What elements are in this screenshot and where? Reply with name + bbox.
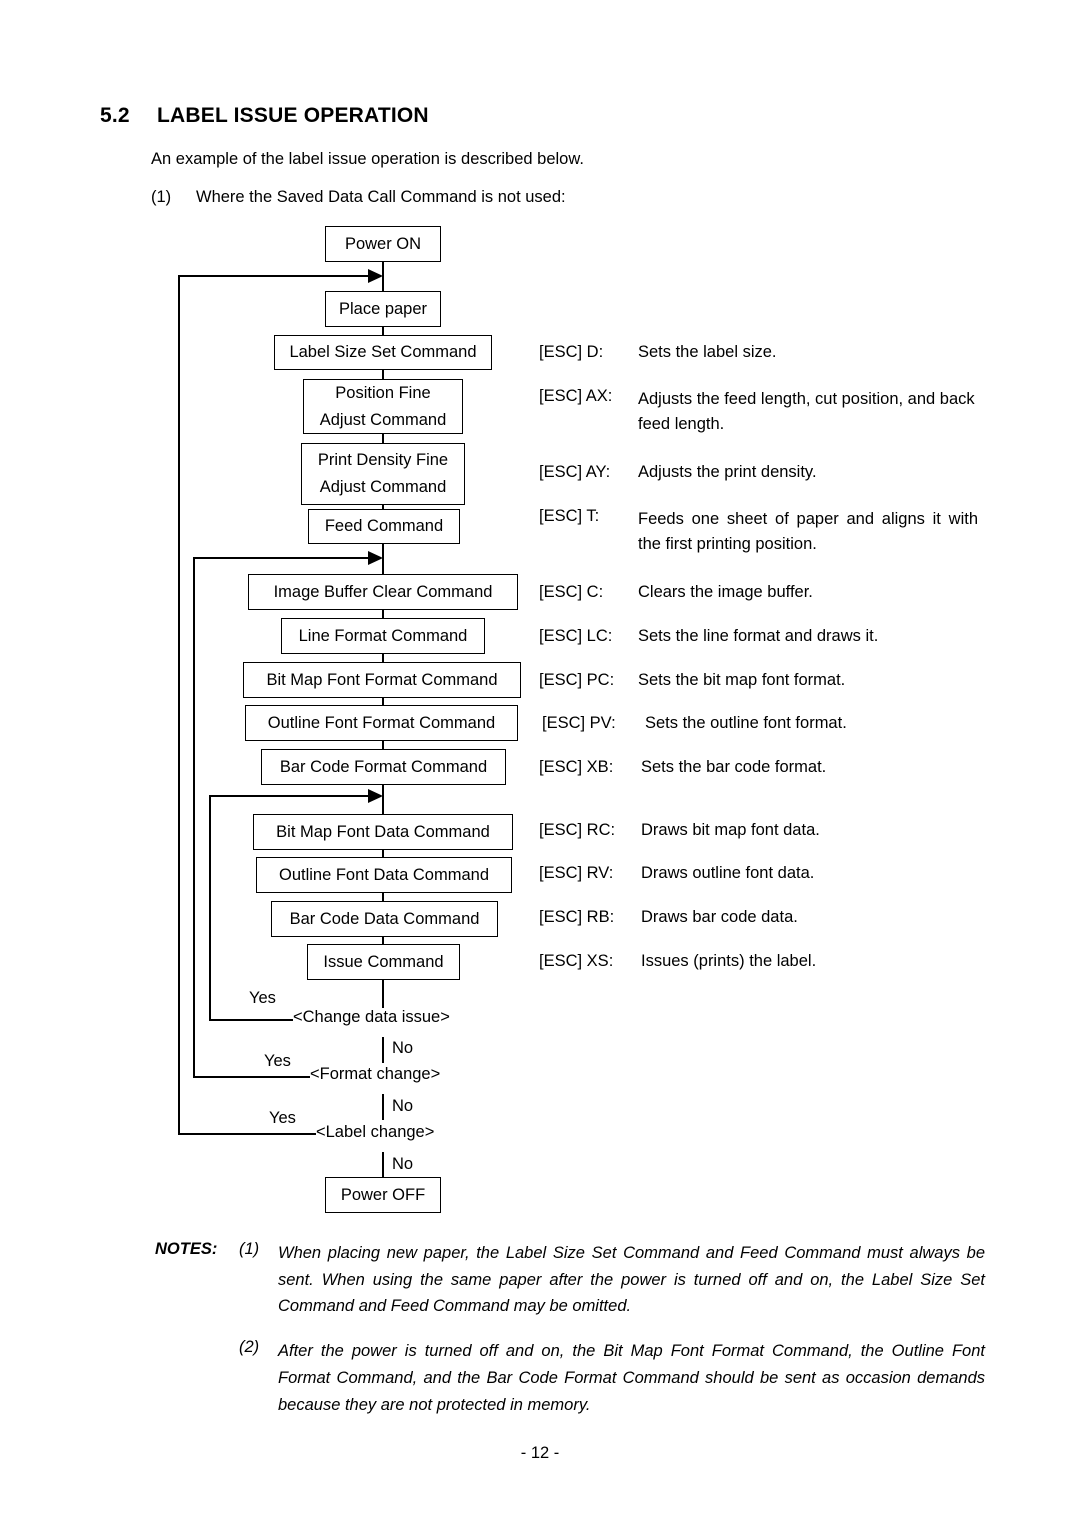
- command-description: Sets the label size.: [638, 343, 777, 361]
- spine-format-to-label: [382, 1094, 384, 1120]
- note-item: NOTES: (1) When placing new paper, the L…: [155, 1240, 985, 1320]
- flow-box-bar-code-data-command[interactable]: Bar Code Data Command: [271, 901, 498, 937]
- notes-label: NOTES:: [155, 1240, 218, 1258]
- command-code: [ESC] PV:: [542, 714, 616, 732]
- decision-format-change-label: <Format change>: [310, 1065, 441, 1084]
- command-code: [ESC] RV:: [539, 864, 614, 882]
- command-description: Adjusts the print density.: [638, 463, 817, 481]
- command-description: Draws bar code data.: [641, 908, 798, 926]
- flow-box-bit-map-font-data-command[interactable]: Bit Map Font Data Command: [253, 814, 513, 850]
- flow-box-print-density-fine-adjust-command[interactable]: Print Density Fine Adjust Command: [301, 443, 465, 505]
- flow-box-label: Issue Command: [323, 952, 444, 971]
- loop-change-data-vertical: [209, 795, 211, 1020]
- command-code: [ESC] PC:: [539, 671, 615, 689]
- command-description: Issues (prints) the label.: [641, 952, 817, 970]
- command-description: Sets the bar code format.: [641, 758, 827, 776]
- command-description: Draws bit map font data.: [641, 821, 820, 839]
- note-index: (1): [239, 1240, 260, 1258]
- note-text: After the power is turned off and on, th…: [278, 1342, 985, 1414]
- flow-box-label-line1: Print Density Fine: [317, 451, 449, 470]
- label-issue-flowchart: Power ON Place paper Label Size Set Comm…: [0, 0, 1080, 1250]
- decision-change-data-issue-yes: Yes: [249, 989, 276, 1007]
- flow-box-label: Line Format Command: [298, 626, 468, 645]
- loop-format-change-arrowhead: [368, 551, 383, 565]
- flow-box-power-on[interactable]: Power ON: [325, 226, 441, 262]
- flow-box-bar-code-format-command[interactable]: Bar Code Format Command: [261, 749, 506, 785]
- flow-box-label: Bit Map Font Format Command: [266, 670, 498, 689]
- spine-position-to-density: [382, 433, 384, 443]
- flow-box-label: Image Buffer Clear Command: [273, 582, 493, 601]
- command-code: [ESC] LC:: [539, 627, 613, 645]
- flow-box-position-fine-adjust-command[interactable]: Position Fine Adjust Command: [303, 379, 463, 434]
- notes-section: NOTES: (1) When placing new paper, the L…: [155, 1240, 985, 1436]
- command-description: Clears the image buffer.: [638, 583, 813, 601]
- command-code: [ESC] T:: [539, 507, 600, 525]
- loop-format-change-top: [193, 557, 370, 559]
- flow-box-label-line2: Adjust Command: [319, 478, 447, 496]
- command-code: [ESC] D:: [539, 343, 604, 361]
- command-description: Draws outline font data.: [641, 864, 815, 882]
- flow-box-issue-command[interactable]: Issue Command: [307, 944, 460, 980]
- flow-box-label: Bar Code Format Command: [279, 757, 488, 776]
- flow-box-line-format-command[interactable]: Line Format Command: [281, 618, 485, 654]
- loop-format-change-vertical: [193, 557, 195, 1077]
- decision-change-data-issue-no: No: [392, 1039, 414, 1057]
- loop-label-change-vertical: [178, 275, 180, 1134]
- loop-format-change-bottom: [193, 1076, 310, 1078]
- flow-box-label: Power OFF: [340, 1185, 426, 1204]
- flow-box-label: Bit Map Font Data Command: [276, 822, 490, 841]
- flow-box-label: Place paper: [338, 299, 428, 318]
- decision-label-change-yes: Yes: [269, 1109, 296, 1127]
- decision-label-change-label: <Label change>: [316, 1123, 435, 1142]
- decision-format-change-yes: Yes: [264, 1052, 291, 1070]
- command-code: [ESC] RC:: [539, 821, 616, 839]
- command-description: Sets the line format and draws it.: [638, 627, 879, 645]
- command-description: Adjusts the feed length, cut position, a…: [638, 390, 975, 434]
- loop-change-data-arrowhead: [368, 789, 383, 803]
- flow-box-outline-font-data-command[interactable]: Outline Font Data Command: [256, 857, 512, 893]
- command-code: [ESC] XS:: [539, 952, 614, 970]
- note-text: When placing new paper, the Label Size S…: [278, 1244, 985, 1316]
- spine-change-data-to-format: [382, 1037, 384, 1063]
- spine-label-to-power-off: [382, 1152, 384, 1178]
- command-description: Sets the outline font format.: [645, 714, 847, 732]
- flow-box-label: Outline Font Data Command: [278, 865, 489, 884]
- loop-change-data-bottom: [209, 1019, 293, 1021]
- flow-box-outline-font-format-command[interactable]: Outline Font Format Command: [245, 705, 518, 741]
- flow-box-label: Feed Command: [324, 517, 444, 536]
- flow-box-label: Bar Code Data Command: [289, 909, 480, 928]
- command-code: [ESC] AY:: [539, 463, 611, 481]
- command-description: Sets the bit map font format.: [638, 671, 846, 689]
- command-code: [ESC] C:: [539, 583, 604, 601]
- command-description: Feeds one sheet of paper and aligns it w…: [638, 510, 978, 554]
- loop-label-change-bottom: [178, 1133, 316, 1135]
- flow-box-bit-map-font-format-command[interactable]: Bit Map Font Format Command: [243, 662, 521, 698]
- flow-box-label-line2: Adjust Command: [319, 410, 447, 429]
- decision-change-data-issue-label: <Change data issue>: [293, 1008, 450, 1027]
- command-code: [ESC] AX:: [539, 387, 613, 405]
- note-item: (2) After the power is turned off and on…: [155, 1338, 985, 1418]
- flow-box-label: Outline Font Format Command: [267, 713, 496, 732]
- command-code: [ESC] RB:: [539, 908, 615, 926]
- loop-label-change-top: [178, 275, 370, 277]
- flow-box-label-line1: Position Fine: [335, 383, 431, 402]
- note-index: (2): [239, 1338, 260, 1357]
- flow-box-power-off[interactable]: Power OFF: [325, 1177, 441, 1213]
- page-number: - 12 -: [520, 1444, 560, 1462]
- flow-box-place-paper[interactable]: Place paper: [325, 291, 441, 327]
- decision-label-change-no: No: [392, 1155, 414, 1173]
- flow-box-label: Label Size Set Command: [289, 343, 477, 362]
- flow-box-image-buffer-clear-command[interactable]: Image Buffer Clear Command: [248, 574, 518, 610]
- loop-change-data-top: [209, 795, 370, 797]
- flow-box-feed-command[interactable]: Feed Command: [308, 509, 460, 544]
- flow-box-label-size-set-command[interactable]: Label Size Set Command: [274, 335, 492, 370]
- command-code: [ESC] XB:: [539, 758, 614, 776]
- flow-box-label: Power ON: [344, 234, 422, 253]
- decision-format-change-no: No: [392, 1097, 414, 1115]
- loop-label-change-arrowhead: [368, 269, 383, 283]
